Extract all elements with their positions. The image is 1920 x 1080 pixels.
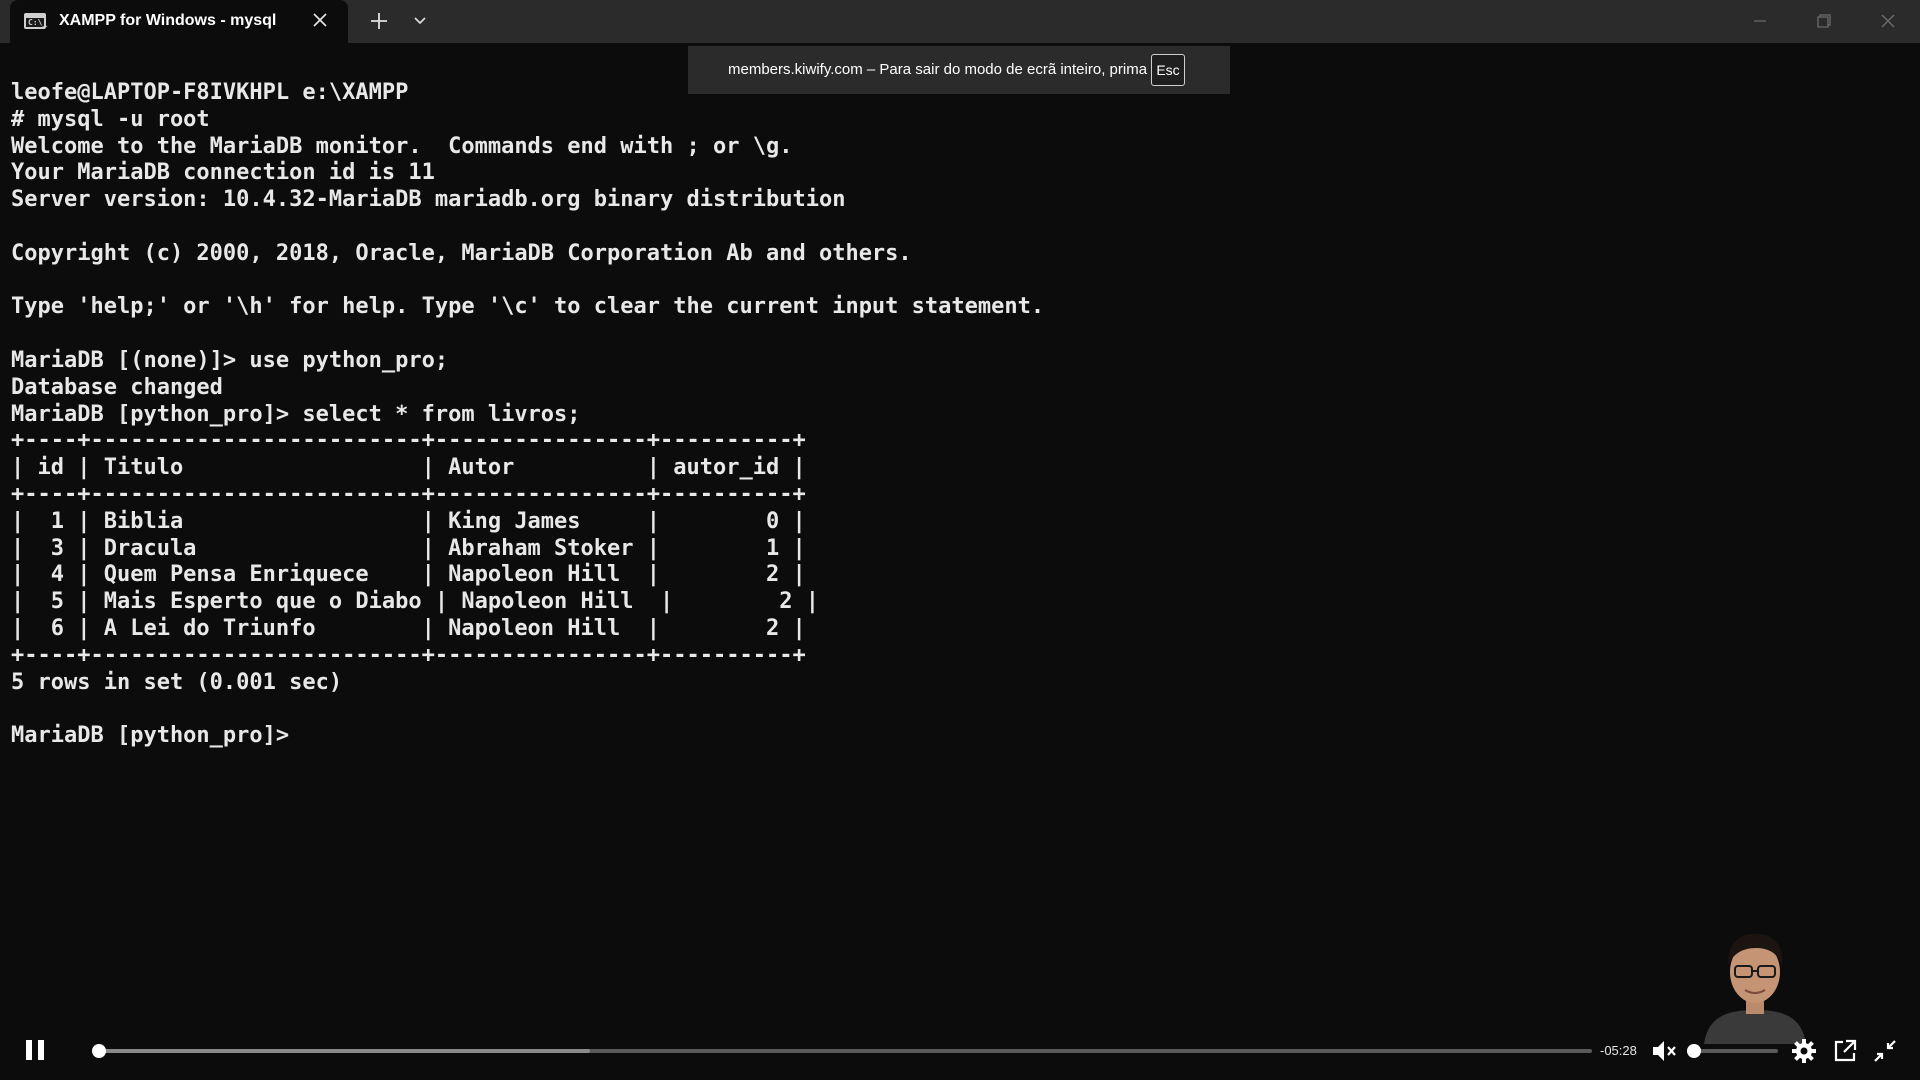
esc-key-badge: Esc — [1151, 54, 1185, 86]
progress-scrubber-handle[interactable] — [91, 1044, 106, 1058]
terminal-line: MariaDB [(none)]> use python_pro; — [11, 347, 449, 373]
exit-fullscreen-icon[interactable] — [1871, 1037, 1899, 1065]
fullscreen-notice-text: members.kiwify.com – Para sair do modo d… — [728, 61, 1148, 78]
terminal-line: MariaDB [python_pro]> — [11, 723, 290, 749]
tab-title: XAMPP for Windows - mysql — [59, 12, 277, 29]
pause-icon[interactable] — [22, 1037, 48, 1063]
time-remaining: -05:28 — [1600, 1043, 1637, 1058]
screen: C:\_ XAMPP for Windows - mysql leofe@LAP… — [0, 0, 1920, 1080]
chevron-down-icon[interactable] — [410, 10, 430, 30]
tab-active[interactable]: C:\_ XAMPP for Windows - mysql — [10, 0, 348, 43]
terminal-line: | 4 | Quem Pensa Enriquece | Napoleon Hi… — [11, 562, 806, 588]
window-close-icon[interactable] — [1868, 6, 1908, 36]
terminal-line: Your MariaDB connection id is 11 — [11, 160, 435, 186]
terminal-line: # mysql -u root — [11, 106, 210, 132]
terminal-line: 5 rows in set (0.001 sec) — [11, 669, 343, 695]
terminal-line: | 1 | Biblia | King James | 0 | — [11, 508, 806, 534]
terminal-line: | id | Titulo | Autor | autor_id | — [11, 455, 806, 481]
terminal-line: | 3 | Dracula | Abraham Stoker | 1 | — [11, 535, 806, 561]
terminal-line: Database changed — [11, 374, 223, 400]
terminal-line: Copyright (c) 2000, 2018, Oracle, MariaD… — [11, 240, 912, 266]
terminal-line: | 5 | Mais Esperto que o Diabo | Napoleo… — [11, 589, 819, 615]
terminal-line: | 6 | A Lei do Triunfo | Napoleon Hill |… — [11, 615, 806, 641]
terminal-icon-glyph: C:\_ — [28, 18, 48, 27]
progress-buffered — [96, 1049, 590, 1053]
volume-slider[interactable] — [1687, 1044, 1778, 1058]
terminal-line: +----+-------------------------+--------… — [11, 642, 806, 668]
terminal-line: Server version: 10.4.32-MariaDB mariadb.… — [11, 187, 846, 213]
terminal-line: +----+-------------------------+--------… — [11, 428, 806, 454]
terminal-line: Type 'help;' or '\h' for help. Type '\c'… — [11, 294, 1045, 320]
restore-icon[interactable] — [1804, 6, 1844, 36]
terminal-line: +----+-------------------------+--------… — [11, 481, 806, 507]
fullscreen-notice: members.kiwify.com – Para sair do modo d… — [688, 46, 1230, 94]
terminal-line: MariaDB [python_pro]> select * from livr… — [11, 401, 581, 427]
external-link-icon[interactable] — [1831, 1037, 1859, 1065]
volume-muted-icon[interactable] — [1650, 1038, 1678, 1064]
progress-bar[interactable] — [91, 1044, 1592, 1058]
terminal-output[interactable]: leofe@LAPTOP-F8IVKHPL e:\XAMPP # mysql -u… — [11, 80, 1891, 750]
terminal-icon: C:\_ — [24, 13, 48, 29]
presenter-webcam — [1700, 924, 1810, 1044]
tab-close-icon[interactable] — [308, 8, 332, 32]
new-tab-plus-icon[interactable] — [366, 8, 392, 34]
gear-icon[interactable] — [1790, 1037, 1818, 1065]
title-bar: C:\_ XAMPP for Windows - mysql — [0, 0, 1920, 43]
terminal-line: Welcome to the MariaDB monitor. Commands… — [11, 133, 793, 159]
volume-slider-handle[interactable] — [1687, 1044, 1701, 1058]
minimize-icon[interactable] — [1740, 6, 1780, 36]
